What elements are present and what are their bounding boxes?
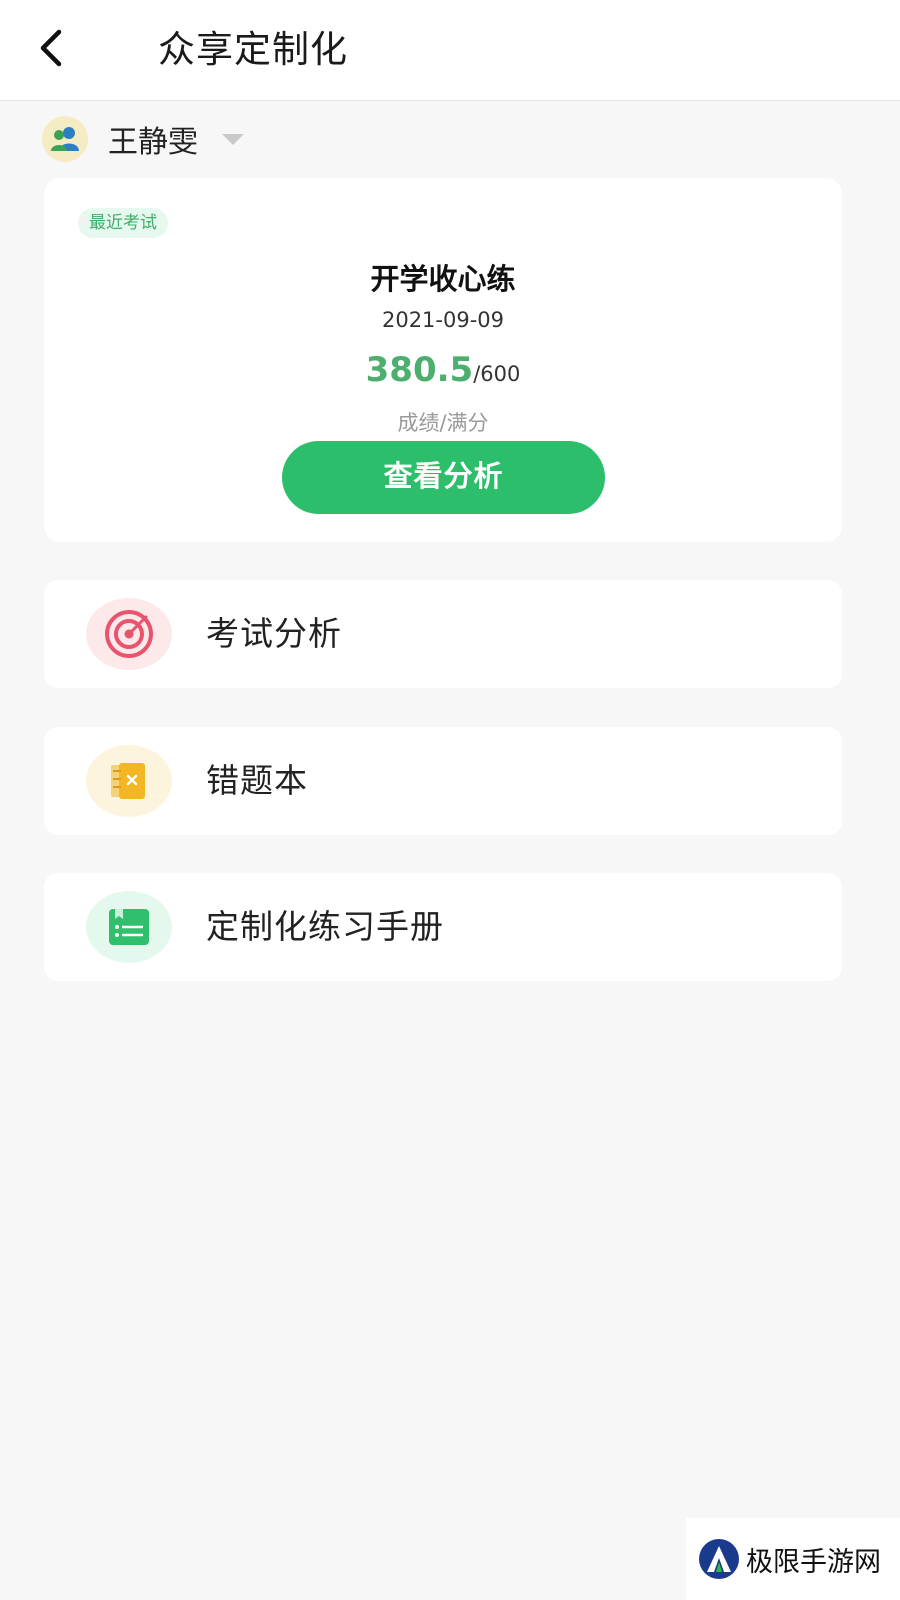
menu-label: 考试分析 <box>206 614 342 653</box>
exam-date: 2021-09-09 <box>381 308 505 332</box>
watermark: 极限手游网 <box>686 1518 900 1600</box>
user-selector[interactable]: 王静雯 <box>42 116 244 162</box>
full-score: 600 <box>480 362 521 386</box>
user-name: 王静雯 <box>108 125 198 160</box>
chevron-left-icon <box>40 29 62 67</box>
page-title: 众享定制化 <box>158 28 348 71</box>
exam-score: 380.5 <box>365 350 474 390</box>
menu-label: 定制化练习手册 <box>206 907 444 946</box>
app-header: 众享定制化 <box>0 0 900 101</box>
menu-item-practice-book[interactable]: 定制化练习手册 <box>44 873 842 981</box>
watermark-text: 极限手游网 <box>746 1546 881 1578</box>
avatar <box>42 116 88 162</box>
score-line: 380.5/600 <box>44 350 842 390</box>
caret-down-icon[interactable] <box>222 133 244 145</box>
back-button[interactable] <box>22 20 78 76</box>
view-analysis-button[interactable]: 查看分析 <box>282 441 605 514</box>
recent-exam-card: 最近考试 开学收心练 2021-09-09 380.5/600 成绩/满分 查看… <box>44 178 842 542</box>
recent-exam-badge: 最近考试 <box>78 208 168 238</box>
target-icon <box>86 598 172 670</box>
notebook-icon <box>86 745 172 817</box>
users-icon <box>51 127 79 151</box>
exam-title: 开学收心练 <box>370 262 516 296</box>
menu-item-mistake-book[interactable]: 错题本 <box>44 727 842 835</box>
menu-label: 错题本 <box>206 761 308 800</box>
score-caption: 成绩/满分 <box>397 411 489 435</box>
menu-item-exam-analysis[interactable]: 考试分析 <box>44 580 842 688</box>
watermark-logo-icon <box>699 1539 739 1579</box>
book-list-icon <box>86 891 172 963</box>
